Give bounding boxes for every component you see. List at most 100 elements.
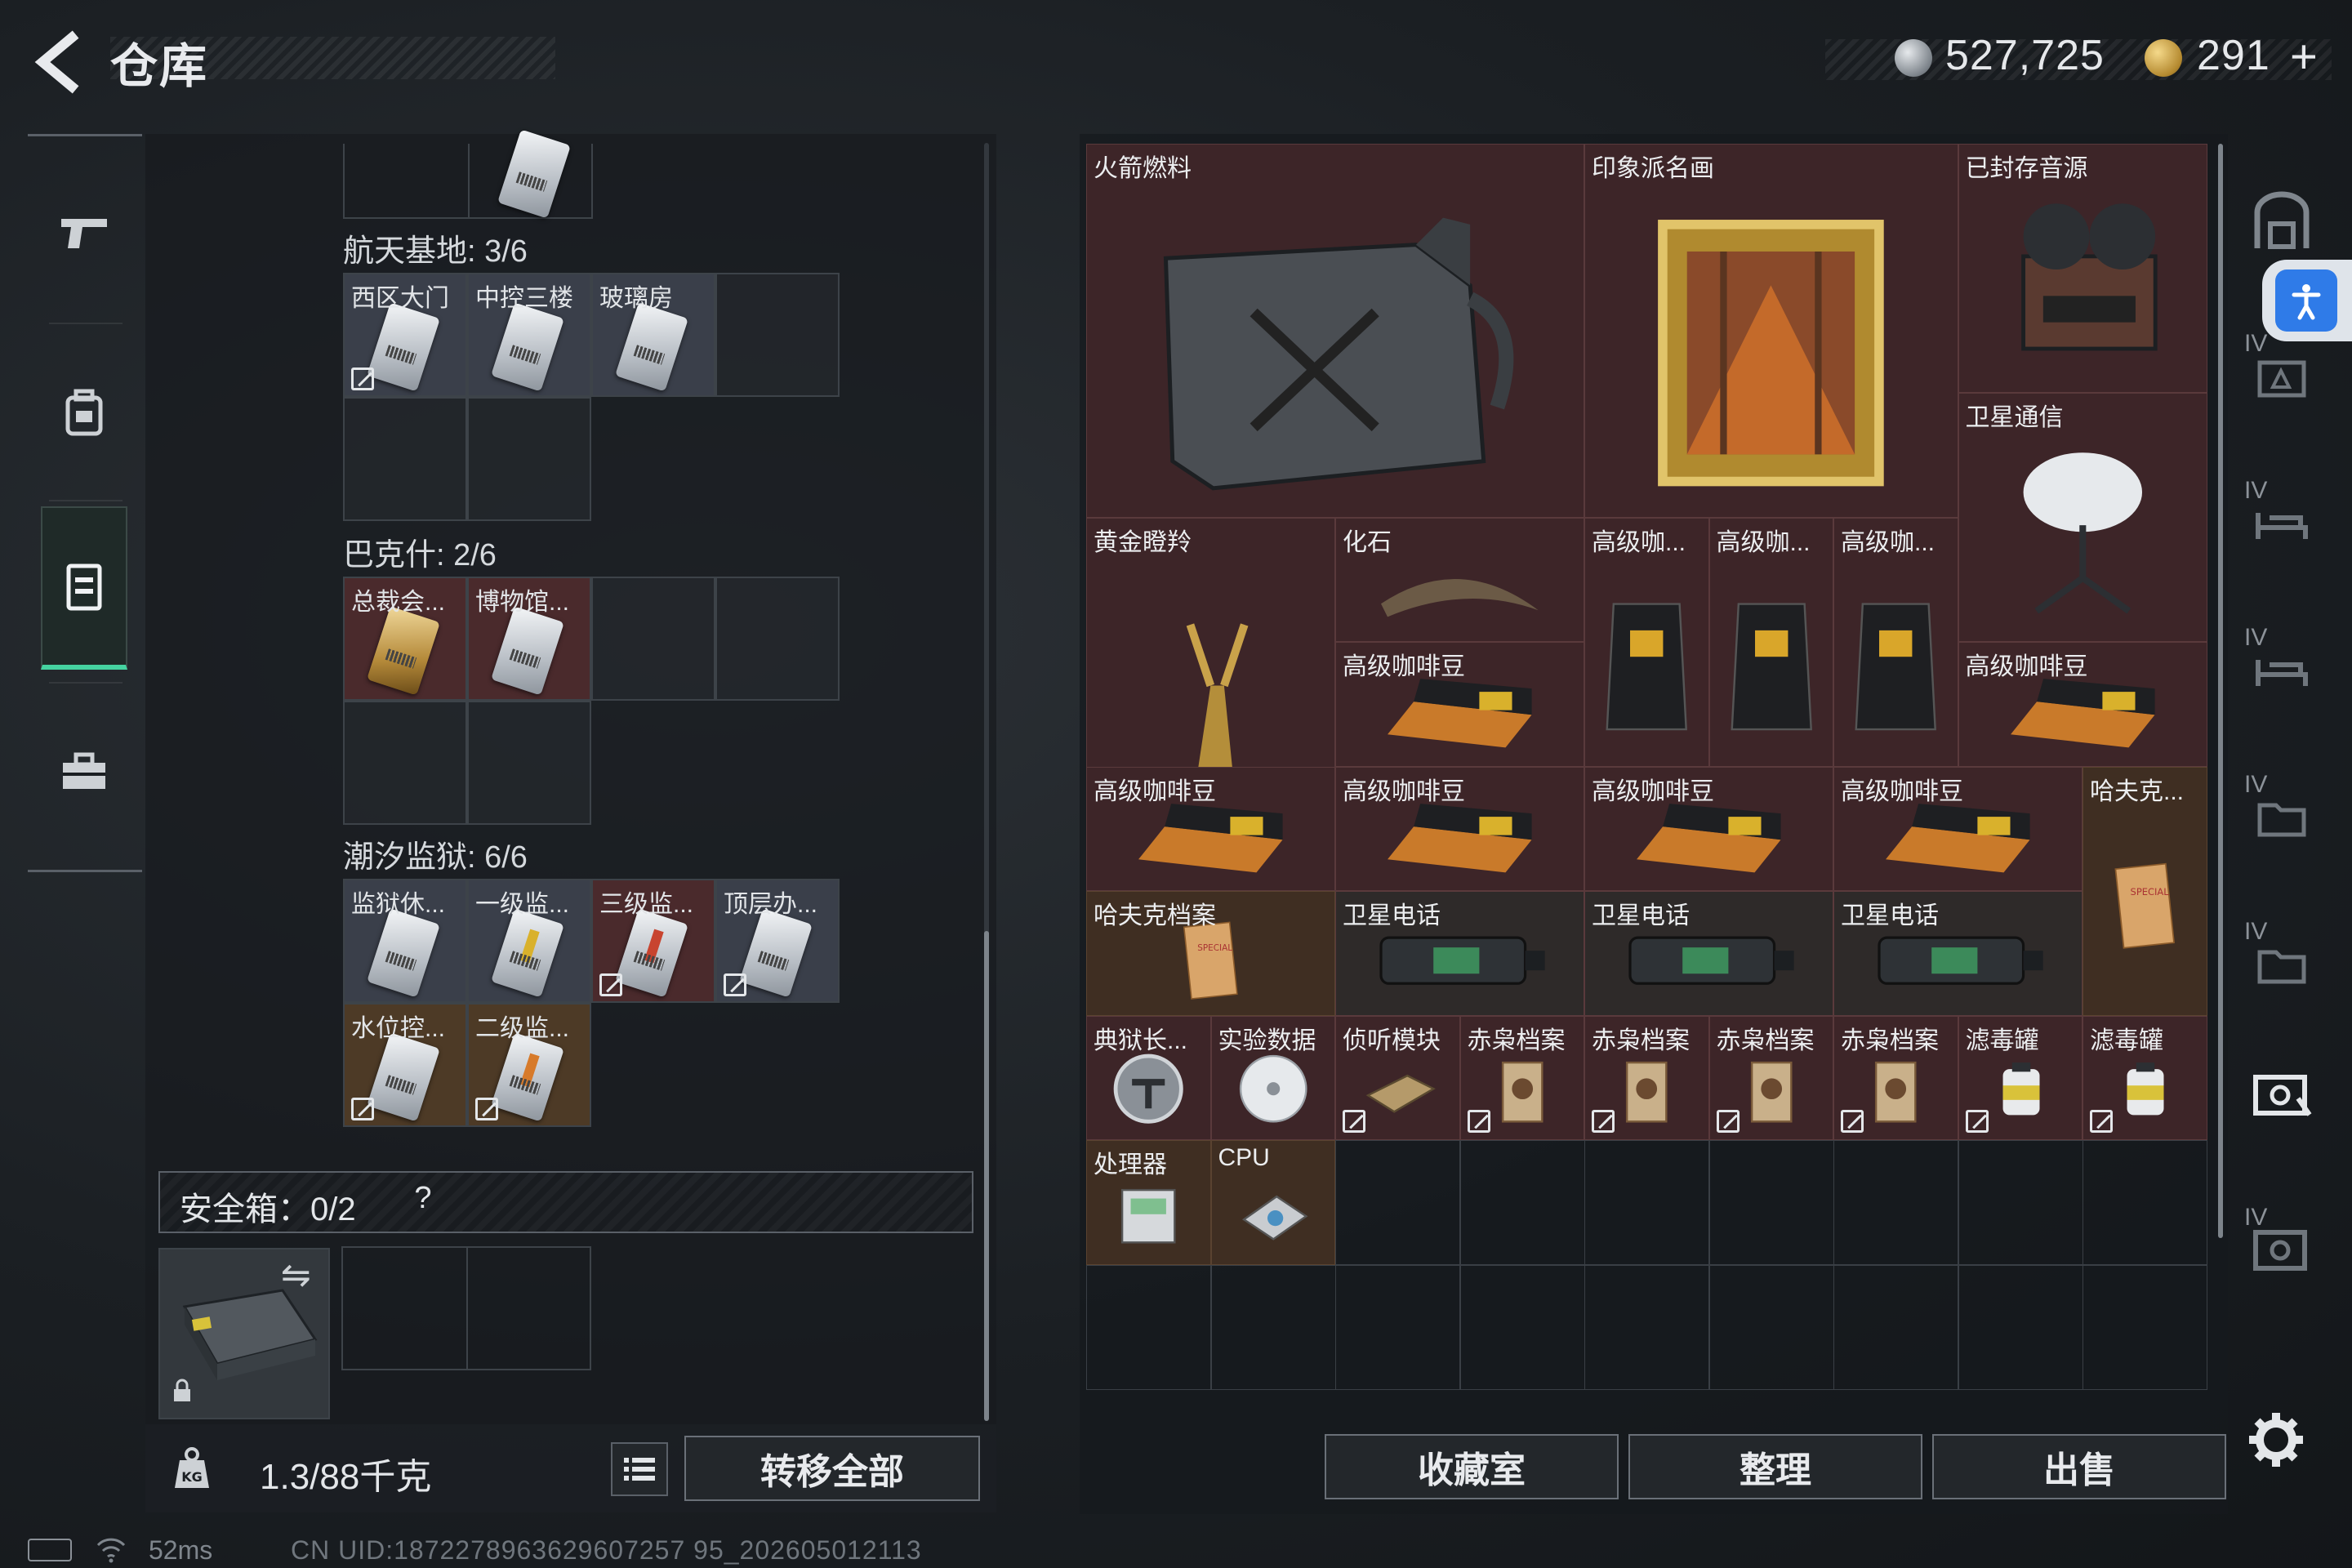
grid-cell[interactable]: [1459, 1140, 1585, 1265]
grid-cell[interactable]: [2082, 1264, 2207, 1390]
item-label: 典狱长...: [1094, 1027, 1188, 1054]
inventory-item[interactable]: 化石: [1335, 517, 1584, 642]
inventory-item[interactable]: 卫星电话: [1833, 891, 2082, 1016]
collection-slot-empty[interactable]: [343, 701, 467, 825]
keycard-icon: [367, 302, 440, 392]
item-label: 高级咖...: [1841, 528, 1936, 556]
inventory-item[interactable]: 侦听模块: [1335, 1015, 1460, 1140]
inventory-item[interactable]: 高级咖啡豆: [1958, 642, 2207, 767]
grid-cell[interactable]: [1708, 1140, 1834, 1265]
back-button[interactable]: [24, 29, 90, 95]
collection-slot[interactable]: 顶层办...: [715, 879, 840, 1003]
inventory-item[interactable]: 高级咖啡豆: [1335, 766, 1584, 891]
locker-icon: [66, 564, 102, 611]
collection-slot[interactable]: 玻璃房: [591, 273, 715, 397]
inventory-item[interactable]: 高级咖...: [1584, 517, 1709, 767]
sell-button[interactable]: 出售: [1932, 1434, 2226, 1499]
grid-cell[interactable]: [1833, 1264, 1958, 1390]
item-label: 黄金瞪羚: [1094, 528, 1192, 556]
category-all[interactable]: [2241, 181, 2323, 263]
swap-icon[interactable]: ⇋: [281, 1254, 311, 1296]
grid-cell[interactable]: [1584, 1264, 1709, 1390]
grid-cell[interactable]: [1210, 1264, 1336, 1390]
tier-tag: IV: [2244, 918, 2268, 945]
collection-scrollbar-thumb[interactable]: [984, 931, 989, 1421]
inventory-item[interactable]: SPECIAL 哈夫克...: [2082, 766, 2207, 1016]
inventory-item[interactable]: 处理器: [1086, 1140, 1211, 1265]
grid-cell[interactable]: [1086, 1264, 1211, 1390]
collection-slot[interactable]: 监狱休...: [343, 879, 467, 1003]
transfer-all-button[interactable]: 转移全部: [684, 1436, 980, 1501]
collection-slot-empty[interactable]: [715, 577, 840, 701]
item-label: 高级咖啡豆: [1592, 777, 1714, 805]
collection-slot[interactable]: 三级监...: [591, 879, 715, 1003]
nav-storage[interactable]: [41, 506, 127, 670]
collection-slot[interactable]: 一级监...: [467, 879, 591, 1003]
inventory-item[interactable]: 赤枭档案: [1584, 1015, 1709, 1140]
grid-cell[interactable]: [1708, 1264, 1834, 1390]
add-currency-button[interactable]: +: [2290, 29, 2318, 84]
sort-button[interactable]: 整理: [1628, 1434, 1922, 1499]
inventory-item[interactable]: 印象派名画: [1584, 144, 1958, 518]
inventory-item[interactable]: 赤枭档案: [1833, 1015, 1958, 1140]
inventory-item[interactable]: 卫星电话: [1584, 891, 1833, 1016]
safe-box-empty-slots[interactable]: [341, 1246, 591, 1370]
inventory-item[interactable]: 卫星通信: [1958, 393, 2207, 642]
grid-cell[interactable]: [1335, 1264, 1460, 1390]
item-label: 哈夫克档案: [1094, 902, 1216, 929]
collection-slot-empty[interactable]: [715, 273, 840, 397]
collection-slot-empty[interactable]: [343, 397, 467, 521]
nav-tools[interactable]: [41, 690, 127, 853]
grid-cell[interactable]: [1335, 1140, 1460, 1265]
collection-slot[interactable]: 博物馆...: [467, 577, 591, 701]
inventory-item[interactable]: 高级咖啡豆: [1086, 766, 1335, 891]
inventory-item[interactable]: 赤枭档案: [1708, 1015, 1833, 1140]
safe-box-help-button[interactable]: ?: [405, 1181, 441, 1217]
nav-weapons[interactable]: [41, 151, 127, 314]
inventory-item[interactable]: 滤毒罐: [2082, 1015, 2207, 1140]
grid-cell[interactable]: [1958, 1264, 2083, 1390]
bound-icon: [1965, 1110, 1989, 1133]
collection-slot-empty[interactable]: [467, 701, 591, 825]
collection-slot[interactable]: 中控三楼: [467, 273, 591, 397]
inventory-item[interactable]: 已封存音源: [1958, 144, 2207, 393]
grid-cell[interactable]: [1584, 1140, 1709, 1265]
item-label: 高级咖啡豆: [1343, 653, 1465, 680]
inventory-item[interactable]: 火箭燃料: [1086, 144, 1584, 518]
bound-icon: [599, 973, 622, 996]
item-label: 卫星电话: [1592, 902, 1690, 929]
keycard-icon: [367, 1032, 440, 1122]
inventory-item[interactable]: 高级咖啡豆: [1584, 766, 1833, 891]
inventory-item[interactable]: 卫星电话: [1335, 891, 1584, 1016]
collection-slot-empty[interactable]: [591, 577, 715, 701]
nav-armor[interactable]: [41, 331, 127, 494]
item-label: 印象派名画: [1592, 155, 1714, 182]
inventory-item[interactable]: SPECIAL 哈夫克档案: [1086, 891, 1335, 1016]
collection-slot[interactable]: 总裁会...: [343, 577, 467, 701]
keycard-icon: [491, 302, 564, 392]
collection-slot[interactable]: 水位控...: [343, 1003, 467, 1127]
settings-button[interactable]: [2244, 1408, 2308, 1472]
inventory-item[interactable]: 滤毒罐: [1958, 1015, 2082, 1140]
list-view-button[interactable]: [611, 1442, 668, 1496]
grid-cell[interactable]: [1459, 1264, 1585, 1390]
inventory-item[interactable]: 高级咖啡豆: [1335, 642, 1584, 767]
inventory-item[interactable]: 高级咖啡豆: [1833, 766, 2082, 891]
grid-cell[interactable]: [2082, 1140, 2207, 1265]
inventory-scrollbar[interactable]: [2218, 144, 2223, 1238]
inventory-item[interactable]: 赤枭档案: [1459, 1015, 1584, 1140]
inventory-item[interactable]: 高级咖...: [1833, 517, 1958, 767]
inventory-item[interactable]: 典狱长...: [1086, 1015, 1211, 1140]
collection-room-button[interactable]: 收藏室: [1325, 1434, 1619, 1499]
collection-slot-empty[interactable]: [467, 397, 591, 521]
collection-slot[interactable]: 西区大门: [343, 273, 467, 397]
gold-currency-value: 291: [2197, 32, 2270, 79]
grid-cell[interactable]: [1958, 1140, 2083, 1265]
collection-slot[interactable]: 二级监...: [467, 1003, 591, 1127]
grid-cell[interactable]: [1833, 1140, 1958, 1265]
inventory-item[interactable]: CPU: [1210, 1140, 1335, 1265]
bound-icon: [1343, 1110, 1365, 1133]
inventory-item[interactable]: 实验数据: [1210, 1015, 1335, 1140]
category-6[interactable]: [2241, 1054, 2323, 1135]
inventory-item[interactable]: 高级咖...: [1708, 517, 1833, 767]
